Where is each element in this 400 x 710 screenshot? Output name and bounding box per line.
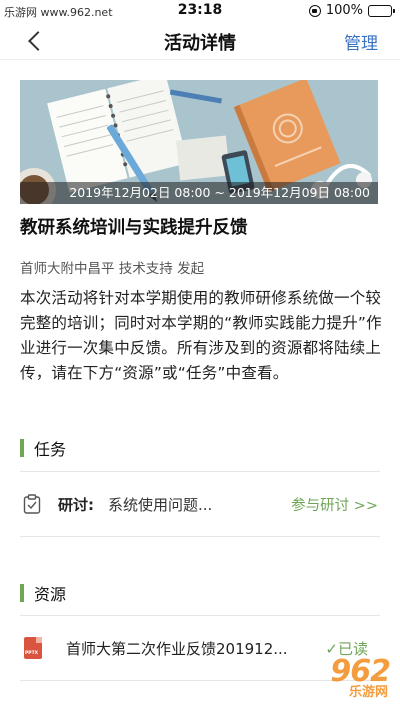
task-name: 系统使用问题... <box>108 495 213 514</box>
battery-icon <box>368 4 395 17</box>
watermark-logo: 962 乐游网 <box>270 654 391 700</box>
manage-button[interactable]: 管理 <box>344 29 378 54</box>
page-title: 活动详情 <box>164 33 236 54</box>
resource-name: 首师大第二次作业反馈201912... <box>66 639 288 658</box>
nav-bar: 活动详情 管理 <box>0 22 400 60</box>
file-type-label: PPTX <box>25 651 39 656</box>
banner-date-range: 2019年12月02日 08:00 ~ 2019年12月09日 08:00 <box>20 182 378 204</box>
clipboard-check-icon <box>23 494 41 514</box>
activity-description: 本次活动将针对本学期使用的教师研修系统做一个较完整的培训；同时对本学期的“教师实… <box>20 289 382 382</box>
watermark-sub: 乐游网 <box>348 685 388 700</box>
pptx-file-icon: PPTX <box>24 637 42 659</box>
divider <box>20 615 380 616</box>
activity-banner: 2019年12月02日 08:00 ~ 2019年12月09日 08:00 <box>20 80 378 204</box>
section-accent-bar <box>20 439 24 457</box>
divider <box>20 471 380 472</box>
divider <box>20 536 380 537</box>
resources-section-header: 资源 <box>20 582 66 604</box>
resources-section-title: 资源 <box>34 585 67 604</box>
status-bar: 乐游网 www.962.net 23:18 100% <box>0 0 400 22</box>
task-item[interactable]: 研讨: 系统使用问题... 参与研讨 >> <box>20 484 380 524</box>
task-type-label: 研讨: <box>58 495 94 514</box>
status-indicators: 100% <box>308 3 395 18</box>
battery-percent: 100% <box>325 3 363 18</box>
activity-title: 教研系统培训与实践提升反馈 <box>20 218 248 238</box>
activity-organizer: 首师大附中昌平 技术支持 发起 <box>20 261 205 277</box>
tasks-section-header: 任务 <box>20 437 66 459</box>
section-accent-bar <box>20 584 24 602</box>
lock-rotation-icon <box>308 4 321 17</box>
join-discussion-link[interactable]: 参与研讨 >> <box>291 494 378 515</box>
tasks-section-title: 任务 <box>34 440 67 459</box>
